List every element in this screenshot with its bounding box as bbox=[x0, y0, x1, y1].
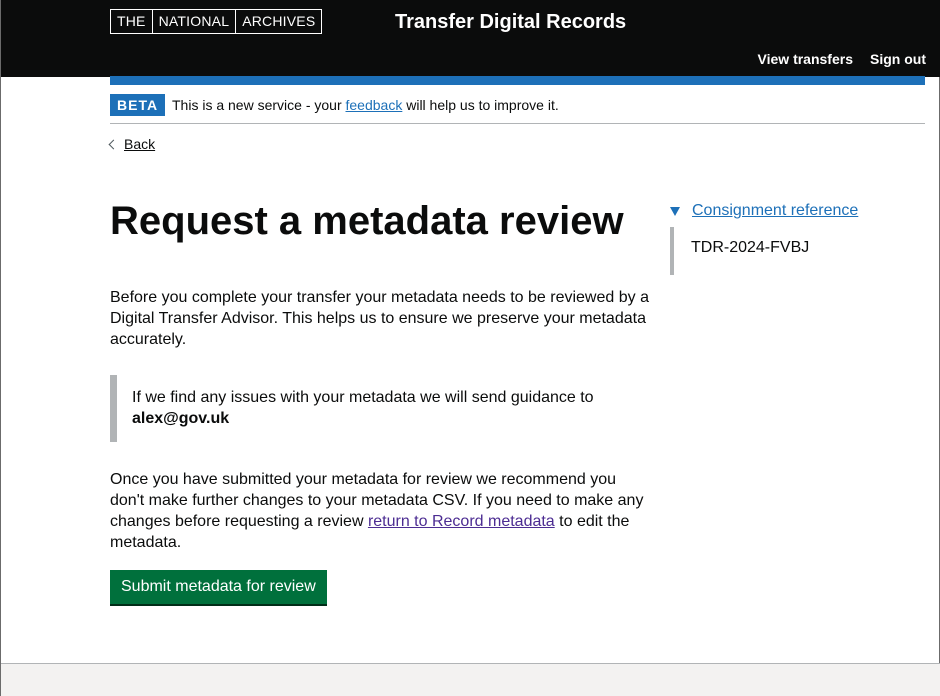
phase-text-before: This is a new service - your bbox=[172, 97, 346, 113]
header-nav: View transfers Sign out bbox=[758, 50, 926, 68]
inset-text: If we find any issues with your metadata… bbox=[110, 375, 630, 442]
header-accent-bar bbox=[110, 76, 925, 85]
site-header: THE NATIONAL ARCHIVES Transfer Digital R… bbox=[1, 0, 940, 77]
chevron-left-icon bbox=[108, 139, 119, 150]
view-transfers-link[interactable]: View transfers bbox=[758, 50, 853, 68]
logo-word-national: NATIONAL bbox=[153, 10, 237, 33]
service-name[interactable]: Transfer Digital Records bbox=[395, 9, 626, 35]
logo-word-the: THE bbox=[111, 10, 153, 33]
back-link[interactable]: Back bbox=[108, 136, 156, 152]
national-archives-logo[interactable]: THE NATIONAL ARCHIVES bbox=[110, 9, 323, 34]
feedback-link[interactable]: feedback bbox=[346, 97, 403, 113]
consignment-summary[interactable]: Consignment reference bbox=[670, 200, 930, 222]
phase-text-after: will help us to improve it. bbox=[402, 97, 559, 113]
sign-out-link[interactable]: Sign out bbox=[870, 50, 926, 68]
logo-word-archives: ARCHIVES bbox=[242, 13, 316, 29]
beta-tag: BETA bbox=[110, 94, 166, 116]
consignment-details: Consignment reference TDR-2024-FVBJ bbox=[670, 200, 930, 275]
back-link-label: Back bbox=[124, 136, 156, 152]
consignment-summary-label: Consignment reference bbox=[692, 202, 859, 219]
footer bbox=[1, 663, 940, 696]
intro-paragraph: Before you complete your transfer your m… bbox=[110, 289, 649, 348]
submit-metadata-button[interactable]: Submit metadata for review bbox=[110, 570, 327, 604]
page-title: Request a metadata review bbox=[110, 199, 624, 243]
phase-banner: BETA This is a new service - your feedba… bbox=[110, 93, 925, 124]
consignment-reference-value: TDR-2024-FVBJ bbox=[670, 227, 930, 275]
recommendation-paragraph: Once you have submitted your metadata fo… bbox=[110, 469, 650, 553]
phase-banner-text: This is a new service - your feedback wi… bbox=[172, 95, 559, 115]
inset-message: If we find any issues with your metadata… bbox=[132, 389, 594, 406]
return-to-record-metadata-link[interactable]: return to Record metadata bbox=[368, 513, 555, 530]
guidance-email: alex@gov.uk bbox=[132, 410, 230, 427]
triangle-down-icon bbox=[670, 207, 680, 216]
